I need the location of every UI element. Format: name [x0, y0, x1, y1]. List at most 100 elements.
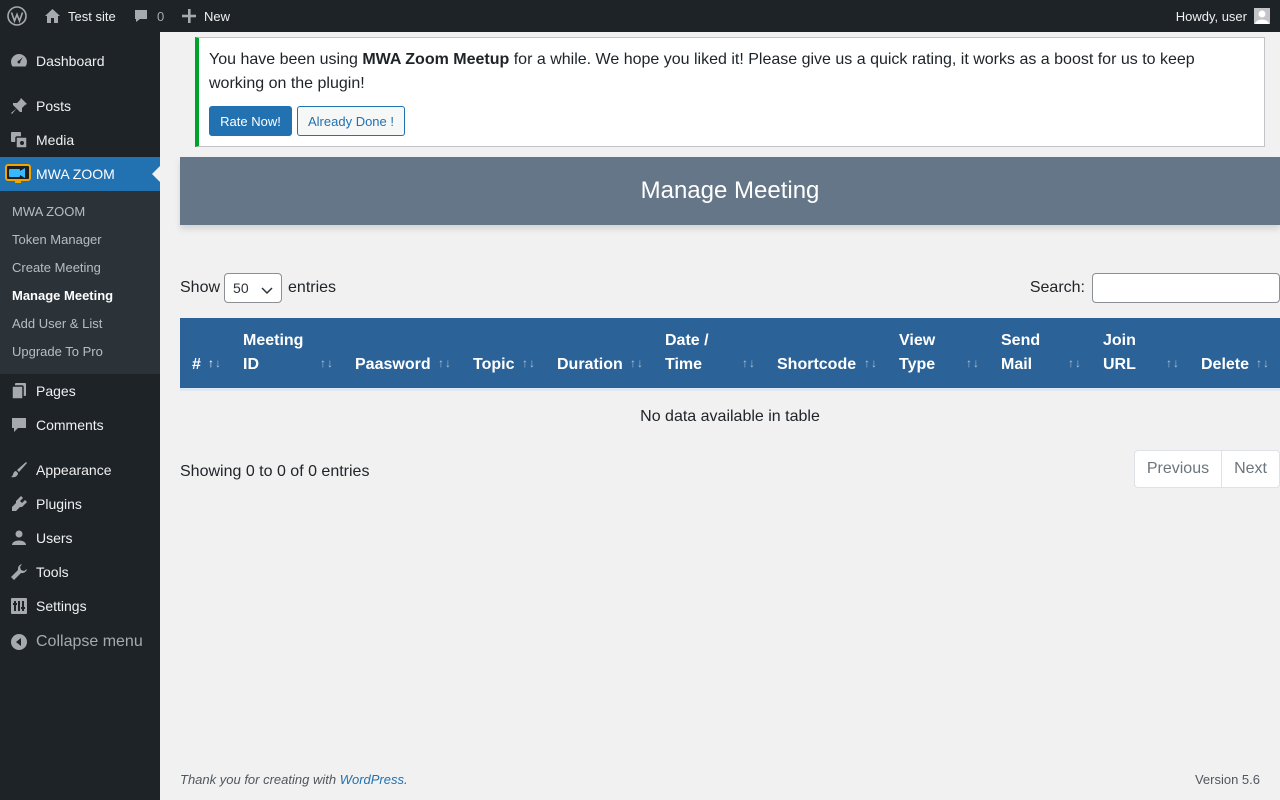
already-done-button[interactable]: Already Done !	[297, 106, 405, 136]
sidebar-item-users[interactable]: Users	[0, 521, 160, 555]
submenu-item-add-user-list[interactable]: Add User & List	[12, 313, 102, 333]
sidebar-item-settings[interactable]: Settings	[0, 589, 160, 623]
column-header-topic[interactable]: Topic	[473, 318, 514, 391]
column-header-label: Send Mail	[1001, 332, 1041, 373]
new-content-link[interactable]: New	[182, 0, 230, 32]
new-label: New	[204, 8, 231, 24]
comments-link[interactable]: 0	[133, 0, 164, 32]
footer-thanks-prefix: Thank you for creating with	[180, 772, 340, 787]
column-header-label: Paasword	[355, 356, 431, 373]
sidebar-item-label: Appearance	[36, 462, 112, 478]
notice-text-before: You have been using	[209, 51, 363, 68]
media-icon	[9, 130, 29, 150]
submenu-item-manage-meeting[interactable]: Manage Meeting	[12, 285, 113, 305]
site-name-label: Test site	[68, 8, 116, 24]
previous-page-button[interactable]: Previous	[1135, 451, 1221, 487]
notice-plugin-name: MWA Zoom Meetup	[362, 51, 510, 68]
sidebar-item-tools[interactable]: Tools	[0, 555, 160, 589]
column-header-password[interactable]: Paasword	[355, 318, 431, 391]
footer-thanks-suffix: .	[404, 772, 408, 787]
sort-icon: ↑↓	[864, 356, 878, 370]
column-header-label: Topic	[473, 356, 515, 373]
entries-label: entries	[288, 279, 337, 296]
current-menu-arrow	[152, 166, 160, 182]
zoom-camera-icon	[5, 163, 31, 185]
wordpress-link[interactable]: WordPress	[340, 772, 404, 787]
plugin-icon	[9, 494, 29, 514]
column-header-date-time[interactable]: Date / Time	[665, 318, 709, 391]
sort-icon: ↑↓	[966, 356, 980, 370]
sort-icon: ↑↓	[522, 356, 536, 370]
footer-thanks: Thank you for creating with WordPress.	[180, 772, 408, 787]
avatar	[1254, 8, 1270, 24]
next-page-button[interactable]: Next	[1221, 451, 1279, 487]
sort-icon: ↑↓	[742, 356, 756, 370]
sidebar-item-mwa-zoom[interactable]: MWA ZOOM	[0, 157, 160, 191]
column-header-view-type[interactable]: View Type	[899, 318, 935, 391]
sidebar-item-label: Posts	[36, 98, 72, 114]
wrench-icon	[9, 562, 29, 582]
column-header-duration[interactable]: Duration	[557, 318, 623, 391]
settings-icon	[9, 596, 29, 616]
sidebar-item-label: Tools	[36, 564, 69, 580]
wordpress-logo-icon[interactable]	[7, 0, 27, 32]
column-header-label: View Type	[899, 332, 936, 373]
column-header-label: Meeting ID	[243, 332, 304, 373]
admin-sidebar: Dashboard Posts Media MWA ZOOM MWA ZOOM …	[0, 32, 160, 800]
rate-now-button[interactable]: Rate Now!	[209, 106, 292, 136]
submenu-item-create-meeting[interactable]: Create Meeting	[12, 257, 101, 277]
submenu-item-upgrade-to-pro[interactable]: Upgrade To Pro	[12, 341, 103, 361]
table-header-row: # ↑↓ Meeting ID ↑↓ Paasword ↑↓ Topic ↑↓ D…	[180, 318, 1280, 391]
search-input[interactable]	[1092, 273, 1280, 303]
sort-icon: ↑↓	[630, 356, 644, 370]
comment-bubble-icon	[133, 8, 149, 24]
column-header-label: #	[192, 356, 201, 373]
admin-bar: Test site 0 New Howdy, user	[0, 0, 1280, 32]
dashboard-icon	[9, 51, 29, 71]
collapse-menu-label: Collapse menu	[36, 633, 143, 650]
column-header-label: Shortcode	[777, 356, 857, 373]
pushpin-icon	[9, 96, 29, 116]
sidebar-item-media[interactable]: Media	[0, 123, 160, 157]
column-header-number[interactable]: #	[192, 318, 201, 391]
column-header-send-mail[interactable]: Send Mail	[1001, 318, 1040, 391]
column-header-delete[interactable]: Delete	[1201, 318, 1249, 391]
sidebar-item-dashboard[interactable]: Dashboard	[0, 44, 160, 78]
paintbrush-icon	[9, 460, 29, 480]
sort-icon: ↑↓	[320, 356, 334, 370]
collapse-menu-button[interactable]: Collapse menu	[0, 625, 160, 659]
table-empty-row: No data available in table	[640, 408, 820, 425]
pagination: Previous Next	[1133, 450, 1280, 488]
submenu-item-mwa-zoom[interactable]: MWA ZOOM	[12, 201, 85, 221]
column-header-shortcode[interactable]: Shortcode	[777, 318, 856, 391]
sidebar-item-appearance[interactable]: Appearance	[0, 453, 160, 487]
sidebar-item-label: Media	[36, 132, 75, 148]
column-header-label: Delete	[1201, 356, 1250, 373]
column-header-meeting-id[interactable]: Meeting ID	[243, 318, 303, 391]
home-icon	[44, 8, 61, 24]
sidebar-item-plugins[interactable]: Plugins	[0, 487, 160, 521]
column-header-label: Date / Time	[665, 332, 709, 373]
page-title: Manage Meeting	[180, 157, 1280, 225]
sidebar-item-label: Pages	[36, 383, 76, 399]
pages-icon	[9, 381, 29, 401]
sort-icon: ↑↓	[1166, 356, 1180, 370]
submenu-item-token-manager[interactable]: Token Manager	[12, 229, 102, 249]
sidebar-item-pages[interactable]: Pages	[0, 374, 160, 408]
notice-message: You have been using MWA Zoom Meetup for …	[209, 48, 1249, 96]
sidebar-item-label: Users	[36, 530, 73, 546]
sidebar-item-comments[interactable]: Comments	[0, 408, 160, 442]
my-account-link[interactable]: Howdy, user	[1176, 0, 1270, 32]
column-header-join-url[interactable]: Join URL	[1103, 318, 1136, 391]
mwa-zoom-submenu: MWA ZOOM Token Manager Create Meeting Ma…	[0, 191, 160, 374]
sidebar-item-posts[interactable]: Posts	[0, 89, 160, 123]
users-icon	[9, 528, 29, 548]
column-header-label: Duration	[557, 356, 623, 373]
site-name-link[interactable]: Test site	[44, 0, 116, 32]
table-info: Showing 0 to 0 of 0 entries	[180, 463, 370, 480]
entries-length-value: 50	[233, 280, 249, 296]
entries-length-select[interactable]: 50	[224, 273, 283, 303]
search-label: Search:	[1029, 279, 1085, 296]
table-search: Search:	[1030, 273, 1280, 303]
column-header-label: Join URL	[1103, 332, 1136, 373]
